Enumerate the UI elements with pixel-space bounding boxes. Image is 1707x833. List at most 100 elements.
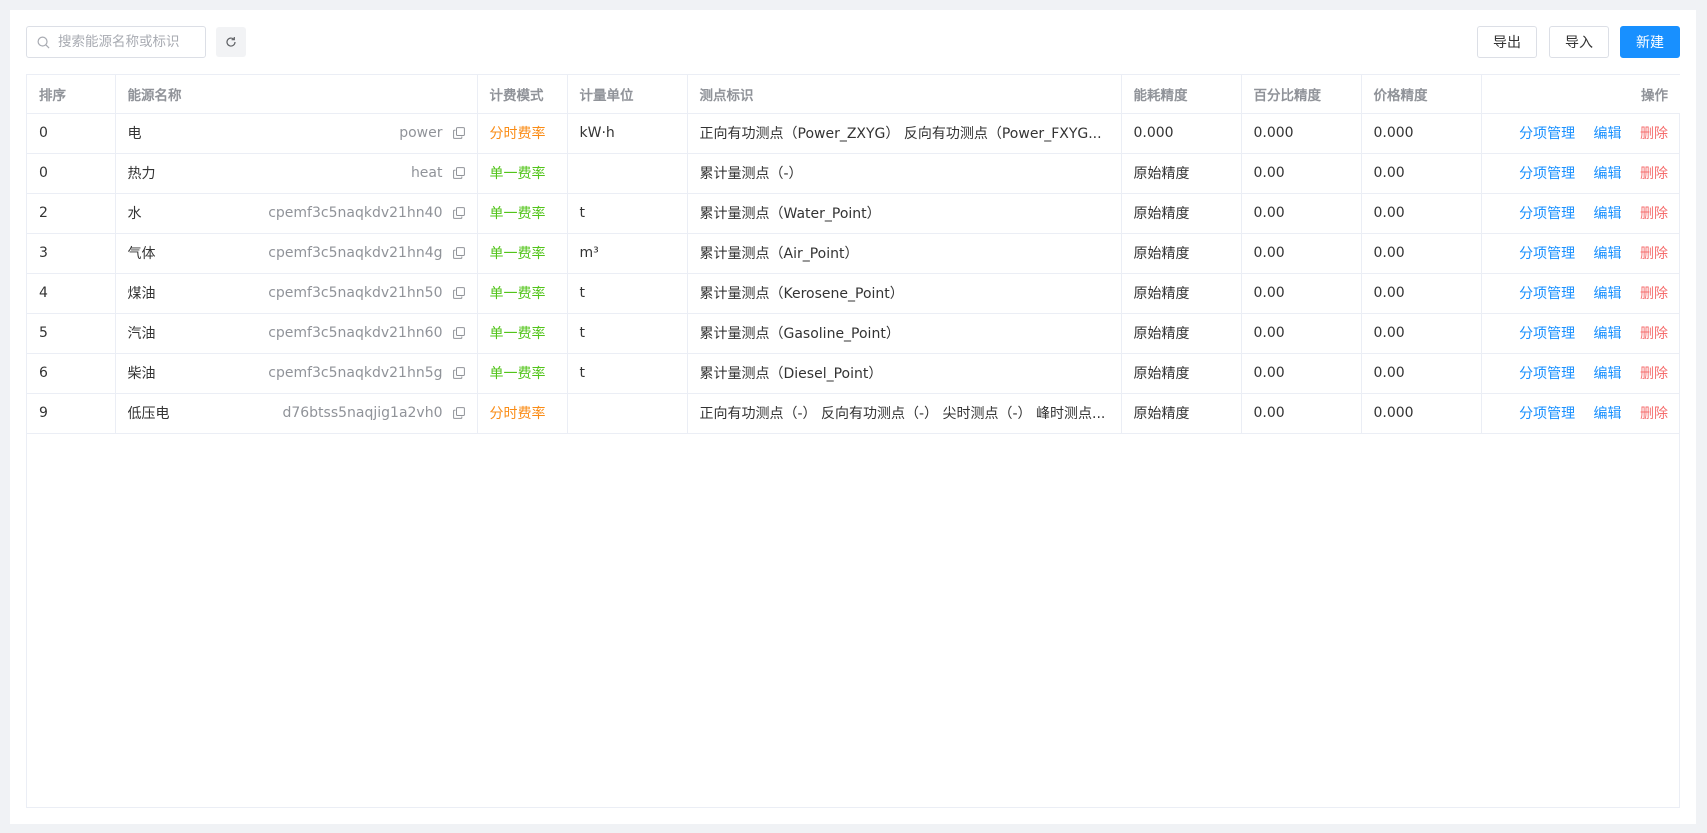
- cell-unit: t: [567, 353, 688, 394]
- cell-ops: 分项管理 编辑 删除: [1481, 153, 1680, 194]
- cell-price-precision: 0.00: [1361, 153, 1482, 194]
- delete-link[interactable]: 删除: [1640, 166, 1668, 182]
- edit-link[interactable]: 编辑: [1594, 286, 1622, 302]
- cell-mode: 单一费率: [477, 313, 568, 354]
- manage-link[interactable]: 分项管理: [1519, 326, 1575, 342]
- import-button[interactable]: 导入: [1549, 26, 1609, 58]
- delete-link[interactable]: 删除: [1640, 406, 1668, 422]
- table-row: 5 汽油 cpemf3c5naqkdv21hn60 单一费率 t 累计量测点（G…: [27, 313, 1680, 354]
- export-button[interactable]: 导出: [1477, 26, 1537, 58]
- cell-mode: 分时费率: [477, 113, 568, 154]
- edit-link[interactable]: 编辑: [1594, 246, 1622, 262]
- cell-percent-precision: 0.00: [1241, 353, 1362, 394]
- cell-unit: t: [567, 273, 688, 314]
- cell-percent-precision: 0.00: [1241, 193, 1362, 234]
- cell-name: 热力 heat: [115, 153, 478, 194]
- main-panel: 导出 导入 新建 排序 能源名称 计费模式 计量单位 测点标识 能耗精度 百分比…: [10, 10, 1696, 824]
- delete-link[interactable]: 删除: [1640, 246, 1668, 262]
- edit-link[interactable]: 编辑: [1594, 406, 1622, 422]
- cell-order: 9: [27, 393, 116, 434]
- cell-points: 累计量测点（Air_Point）: [687, 233, 1122, 274]
- manage-link[interactable]: 分项管理: [1519, 286, 1575, 302]
- table-row: 0 热力 heat 单一费率 累计量测点（-） 原始精度 0.00 0.00 分…: [27, 153, 1680, 194]
- cell-ops: 分项管理 编辑 删除: [1481, 313, 1680, 354]
- header-price-precision: 价格精度: [1361, 75, 1482, 114]
- cell-price-precision: 0.00: [1361, 233, 1482, 274]
- cell-unit: m³: [567, 233, 688, 274]
- delete-link[interactable]: 删除: [1640, 326, 1668, 342]
- manage-link[interactable]: 分项管理: [1519, 246, 1575, 262]
- cell-energy-precision: 原始精度: [1121, 193, 1242, 234]
- copy-icon[interactable]: [452, 127, 465, 139]
- copy-icon[interactable]: [452, 207, 465, 219]
- edit-link[interactable]: 编辑: [1594, 326, 1622, 342]
- cell-ops: 分项管理 编辑 删除: [1481, 193, 1680, 234]
- cell-order: 0: [27, 153, 116, 194]
- energy-code: cpemf3c5naqkdv21hn60: [268, 325, 443, 341]
- manage-link[interactable]: 分项管理: [1519, 366, 1575, 382]
- refresh-button[interactable]: [216, 27, 246, 57]
- new-button[interactable]: 新建: [1620, 26, 1680, 58]
- copy-icon[interactable]: [452, 327, 465, 339]
- cell-points: 累计量测点（Gasoline_Point）: [687, 313, 1122, 354]
- cell-points: 累计量测点（Diesel_Point）: [687, 353, 1122, 394]
- cell-percent-precision: 0.00: [1241, 313, 1362, 354]
- cell-unit: [567, 153, 688, 194]
- manage-link[interactable]: 分项管理: [1519, 206, 1575, 222]
- toolbar: 导出 导入 新建: [26, 26, 1680, 58]
- energy-name: 热力: [127, 166, 156, 182]
- cell-order: 6: [27, 353, 116, 394]
- cell-order: 3: [27, 233, 116, 274]
- cell-mode: 单一费率: [477, 233, 568, 274]
- cell-price-precision: 0.00: [1361, 193, 1482, 234]
- copy-icon[interactable]: [452, 367, 465, 379]
- cell-mode: 单一费率: [477, 273, 568, 314]
- delete-link[interactable]: 删除: [1640, 366, 1668, 382]
- delete-link[interactable]: 删除: [1640, 126, 1668, 142]
- edit-link[interactable]: 编辑: [1594, 166, 1622, 182]
- copy-icon[interactable]: [452, 167, 465, 179]
- energy-name: 柴油: [127, 366, 156, 382]
- cell-order: 5: [27, 313, 116, 354]
- cell-percent-precision: 0.00: [1241, 393, 1362, 434]
- header-points: 测点标识: [687, 75, 1122, 114]
- manage-link[interactable]: 分项管理: [1519, 126, 1575, 142]
- search-box[interactable]: [26, 26, 206, 58]
- header-order[interactable]: 排序: [27, 75, 116, 114]
- cell-points: 累计量测点（Kerosene_Point）: [687, 273, 1122, 314]
- edit-link[interactable]: 编辑: [1594, 126, 1622, 142]
- energy-name: 煤油: [127, 286, 156, 302]
- search-input[interactable]: [58, 34, 206, 50]
- energy-name: 气体: [127, 246, 156, 262]
- manage-link[interactable]: 分项管理: [1519, 406, 1575, 422]
- cell-ops: 分项管理 编辑 删除: [1481, 273, 1680, 314]
- cell-energy-precision: 原始精度: [1121, 153, 1242, 194]
- table-row: 6 柴油 cpemf3c5naqkdv21hn5g 单一费率 t 累计量测点（D…: [27, 353, 1680, 394]
- copy-icon[interactable]: [452, 407, 465, 419]
- cell-energy-precision: 原始精度: [1121, 393, 1242, 434]
- cell-energy-precision: 原始精度: [1121, 313, 1242, 354]
- cell-name: 水 cpemf3c5naqkdv21hn40: [115, 193, 478, 234]
- cell-mode: 单一费率: [477, 153, 568, 194]
- cell-name: 汽油 cpemf3c5naqkdv21hn60: [115, 313, 478, 354]
- edit-link[interactable]: 编辑: [1594, 366, 1622, 382]
- header-ops: 操作: [1481, 75, 1680, 114]
- delete-link[interactable]: 删除: [1640, 286, 1668, 302]
- cell-points: 累计量测点（Water_Point）: [687, 193, 1122, 234]
- energy-code: d76btss5naqjig1a2vh0: [282, 405, 443, 421]
- cell-points: 正向有功测点（-） 反向有功测点（-） 尖时测点（-） 峰时测点...: [687, 393, 1122, 434]
- energy-name: 水: [127, 206, 142, 222]
- delete-link[interactable]: 删除: [1640, 206, 1668, 222]
- cell-percent-precision: 0.000: [1241, 113, 1362, 154]
- cell-unit: t: [567, 313, 688, 354]
- cell-energy-precision: 0.000: [1121, 113, 1242, 154]
- copy-icon[interactable]: [452, 287, 465, 299]
- cell-points: 累计量测点（-）: [687, 153, 1122, 194]
- cell-name: 气体 cpemf3c5naqkdv21hn4g: [115, 233, 478, 274]
- manage-link[interactable]: 分项管理: [1519, 166, 1575, 182]
- edit-link[interactable]: 编辑: [1594, 206, 1622, 222]
- cell-order: 0: [27, 113, 116, 154]
- cell-points: 正向有功测点（Power_ZXYG） 反向有功测点（Power_FXYG...: [687, 113, 1122, 154]
- copy-icon[interactable]: [452, 247, 465, 259]
- energy-name: 汽油: [127, 326, 156, 342]
